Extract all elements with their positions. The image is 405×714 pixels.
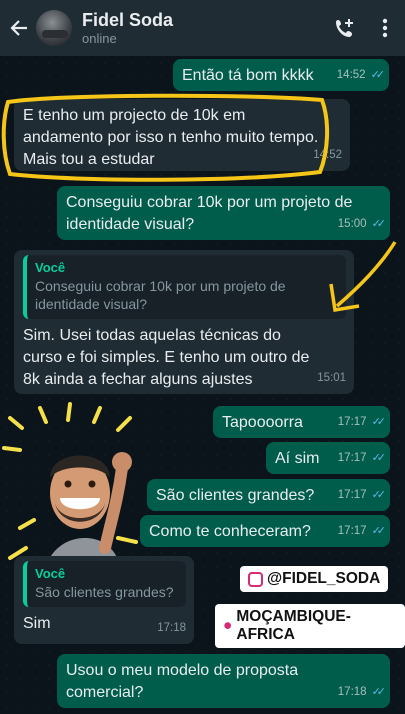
quote-author: Você — [35, 566, 66, 581]
message-outgoing[interactable]: Então tá bom kkkk 14:52 ✓✓ — [173, 59, 389, 91]
message-time: 17:17 — [337, 489, 367, 501]
double-check-icon: ✓✓ — [371, 452, 387, 464]
message-time: 15:01 — [317, 372, 346, 384]
double-check-icon: ✓✓ — [371, 489, 387, 501]
back-arrow-icon[interactable] — [4, 0, 34, 56]
instagram-handle-tag: @FIDEL_SODA — [240, 566, 389, 592]
message-outgoing[interactable]: Usou o meu modelo de proposta comercial?… — [57, 654, 390, 708]
message-meta: 17:17 ✓✓ — [337, 411, 387, 433]
double-check-icon: ✓✓ — [370, 69, 386, 81]
quoted-message[interactable]: Você Conseguiu cobrar 10k por um projeto… — [23, 255, 346, 319]
message-incoming-reply[interactable]: Você Conseguiu cobrar 10k por um projeto… — [14, 250, 354, 394]
message-text: São clientes grandes? — [156, 487, 315, 504]
contact-info[interactable]: Fidel Soda online — [82, 9, 325, 47]
chat-header: Fidel Soda online — [0, 0, 405, 56]
more-vert-icon[interactable] — [365, 0, 405, 56]
arrow-annotation — [329, 241, 397, 313]
message-outgoing[interactable]: Aí sim 17:17 ✓✓ — [266, 442, 390, 474]
quote-text: Conseguiu cobrar 10k por um projeto de i… — [35, 278, 286, 312]
message-meta: 17:18 ✓✓ — [337, 681, 387, 703]
message-incoming-reply[interactable]: Você São clientes grandes? Sim 17:18 — [14, 556, 194, 644]
message-meta: 15:00 ✓✓ — [337, 213, 387, 235]
message-outgoing[interactable]: Tapoooorra 17:17 ✓✓ — [213, 406, 390, 438]
message-text: Sim — [23, 615, 51, 632]
message-meta: 17:17 ✓✓ — [337, 484, 387, 506]
message-meta: 17:17 ✓✓ — [337, 520, 387, 542]
location-tag: ● MOÇAMBIQUE-AFRICA — [215, 604, 405, 648]
instagram-handle: @FIDEL_SODA — [267, 570, 381, 587]
message-time: 14:52 — [336, 69, 366, 81]
message-time: 17:18 — [157, 622, 186, 634]
contact-status: online — [82, 31, 117, 46]
message-time: 15:00 — [337, 218, 367, 230]
message-text: Tapoooorra — [222, 414, 303, 431]
location-text: MOÇAMBIQUE-AFRICA — [236, 608, 351, 643]
message-time: 17:17 — [337, 452, 367, 464]
contact-name: Fidel Soda — [82, 10, 174, 30]
message-text: Como te conheceram? — [149, 523, 311, 540]
message-outgoing[interactable]: São clientes grandes? 17:17 ✓✓ — [147, 479, 390, 511]
message-time: 17:17 — [337, 416, 367, 428]
message-meta: 15:01 — [317, 367, 346, 389]
highlight-outline — [1, 93, 330, 182]
message-meta: 17:18 — [157, 617, 186, 639]
double-check-icon: ✓✓ — [371, 218, 387, 230]
double-check-icon: ✓✓ — [371, 525, 387, 537]
quote-author: Você — [35, 260, 66, 275]
avatar[interactable] — [36, 10, 72, 46]
message-meta: 14:52 ✓✓ — [336, 64, 386, 86]
message-text: Sim. Usei todas aquelas técnicas do curs… — [23, 327, 310, 388]
quoted-message[interactable]: Você São clientes grandes? — [23, 561, 186, 607]
message-time: 17:17 — [337, 525, 367, 537]
location-pin-icon: ● — [223, 617, 233, 634]
instagram-icon — [248, 571, 263, 587]
quote-text: São clientes grandes? — [35, 584, 174, 600]
message-outgoing[interactable]: Conseguiu cobrar 10k por um projeto de i… — [57, 186, 390, 240]
message-text: Usou o meu modelo de proposta comercial? — [66, 662, 299, 701]
add-call-icon[interactable] — [325, 0, 365, 56]
message-time: 17:18 — [337, 686, 367, 698]
message-meta: 17:17 ✓✓ — [337, 447, 387, 469]
double-check-icon: ✓✓ — [371, 416, 387, 428]
chat-area[interactable]: Então tá bom kkkk 14:52 ✓✓ E tenho um pro… — [0, 56, 405, 714]
message-text: Então tá bom kkkk — [182, 67, 314, 84]
message-text: Aí sim — [275, 450, 320, 467]
message-outgoing[interactable]: Como te conheceram? 17:17 ✓✓ — [140, 515, 390, 547]
double-check-icon: ✓✓ — [371, 686, 387, 698]
